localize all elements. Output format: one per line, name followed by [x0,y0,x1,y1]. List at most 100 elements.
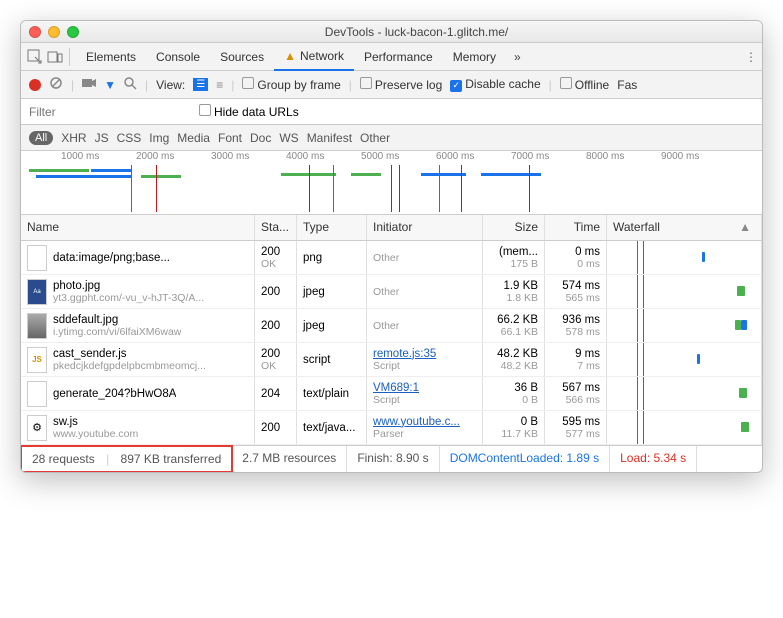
request-waterfall [607,241,762,274]
filter-css[interactable]: CSS [117,131,142,145]
tab-performance[interactable]: Performance [354,43,443,71]
settings-menu-button[interactable]: ⋮ [745,50,756,64]
request-domain: yt3.ggpht.com/-vu_v-hJT-3Q/A... [53,292,204,304]
resources-size: 2.7 MB resources [232,446,347,472]
filter-other[interactable]: Other [360,131,390,145]
waterfall-view-icon[interactable]: ≡ [216,78,223,92]
file-thumb-icon [27,245,47,271]
inspect-element-icon[interactable] [27,49,43,65]
table-row[interactable]: data:image/png;base... 200OK png Other (… [21,241,762,275]
col-type[interactable]: Type [297,215,367,240]
file-thumb-icon [27,381,47,407]
toggle-device-icon[interactable] [47,49,63,65]
titlebar: DevTools - luck-bacon-1.glitch.me/ [21,21,762,43]
request-name: cast_sender.js [53,348,206,360]
table-row[interactable]: ⚙sw.jswww.youtube.com 200 text/java... w… [21,411,762,445]
request-initiator: Other [367,241,483,274]
timeline-overview[interactable]: 1000 ms 2000 ms 3000 ms 4000 ms 5000 ms … [21,151,762,215]
zoom-window-button[interactable] [67,26,79,38]
tab-elements[interactable]: Elements [76,43,146,71]
col-status[interactable]: Sta... [255,215,297,240]
preserve-log-checkbox[interactable]: Preserve log [360,77,442,92]
group-by-frame-checkbox[interactable]: Group by frame [242,77,340,92]
request-domain: www.youtube.com [53,428,138,440]
tab-console[interactable]: Console [146,43,210,71]
table-row[interactable]: JScast_sender.jspkedcjkdefgpdelpbcmbmeom… [21,343,762,377]
filter-bar: Hide data URLs [21,99,762,125]
status-bar: 28 requests | 897 KB transferred 2.7 MB … [21,445,762,472]
search-icon[interactable] [124,77,137,93]
request-name: data:image/png;base... [53,252,170,264]
col-initiator[interactable]: Initiator [367,215,483,240]
disable-cache-checkbox[interactable]: ✓Disable cache [450,77,540,92]
offline-checkbox[interactable]: Offline [560,77,609,92]
request-type: png [297,241,367,274]
request-waterfall [607,343,762,376]
sort-arrow-icon: ▲ [739,220,751,234]
request-size: 66.2 KB66.1 KB [483,309,545,342]
col-size[interactable]: Size [483,215,545,240]
col-time[interactable]: Time [545,215,607,240]
filter-doc[interactable]: Doc [250,131,271,145]
filter-icon[interactable]: ▼ [104,78,116,92]
devtools-window: DevTools - luck-bacon-1.glitch.me/ Eleme… [20,20,763,473]
hide-data-urls-checkbox[interactable]: Hide data URLs [199,104,299,119]
request-initiator: remote.js:35Script [367,343,483,376]
filter-img[interactable]: Img [149,131,169,145]
filter-ws[interactable]: WS [279,131,298,145]
col-waterfall[interactable]: Waterfall ▲ [607,215,762,240]
request-status: 200 [255,275,297,308]
file-thumb-icon [27,313,47,339]
request-name: generate_204?bHwO8A [53,388,176,400]
tab-memory[interactable]: Memory [443,43,506,71]
request-initiator: www.youtube.c...Parser [367,411,483,444]
filter-all[interactable]: All [29,131,53,145]
file-thumb-icon: ⚙ [27,415,47,441]
request-status: 200OK [255,343,297,376]
filter-media[interactable]: Media [177,131,210,145]
view-label: View: [156,78,185,92]
request-size: 48.2 KB48.2 KB [483,343,545,376]
table-row[interactable]: sddefault.jpgi.ytimg.com/vi/6lfaiXM6waw … [21,309,762,343]
window-controls [29,26,79,38]
request-time: 9 ms7 ms [545,343,607,376]
large-rows-icon[interactable]: ☰ [193,78,208,91]
col-name[interactable]: Name [21,215,255,240]
filter-js[interactable]: JS [95,131,109,145]
request-size: 36 B0 B [483,377,545,410]
tab-network[interactable]: ▲Network [274,43,354,71]
filter-xhr[interactable]: XHR [61,131,86,145]
request-name: photo.jpg [53,280,204,292]
requests-count: 28 requests [32,452,95,466]
request-initiator: Other [367,309,483,342]
request-status: 200 [255,411,297,444]
throttle-select[interactable]: Fas [617,78,637,92]
filter-manifest[interactable]: Manifest [307,131,352,145]
finish-time: Finish: 8.90 s [347,446,439,472]
close-window-button[interactable] [29,26,41,38]
request-type: jpeg [297,309,367,342]
minimize-window-button[interactable] [48,26,60,38]
camera-icon[interactable] [82,77,96,92]
request-type: text/java... [297,411,367,444]
domcontentloaded-time: DOMContentLoaded: 1.89 s [440,446,610,472]
tab-sources[interactable]: Sources [210,43,274,71]
request-size: 1.9 KB1.8 KB [483,275,545,308]
record-button[interactable] [29,79,41,91]
type-filter-bar: All XHR JS CSS Img Media Font Doc WS Man… [21,125,762,151]
table-header: Name Sta... Type Initiator Size Time Wat… [21,215,762,241]
clear-icon[interactable] [49,76,63,93]
filter-font[interactable]: Font [218,131,242,145]
file-thumb-icon: Aa [27,279,47,305]
more-tabs-button[interactable]: » [514,50,521,64]
table-row[interactable]: generate_204?bHwO8A 204 text/plain VM689… [21,377,762,411]
request-waterfall [607,309,762,342]
warning-icon: ▲ [284,49,296,63]
table-row[interactable]: Aa photo.jpgyt3.ggpht.com/-vu_v-hJT-3Q/A.… [21,275,762,309]
request-initiator: VM689:1Script [367,377,483,410]
network-toolbar: | ▼ | View: ☰ ≡ | Group by frame | Prese… [21,71,762,99]
request-waterfall [607,275,762,308]
filter-input[interactable] [29,105,189,119]
request-domain: pkedcjkdefgpdelpbcmbmeomcj... [53,360,206,372]
request-status: 200 [255,309,297,342]
